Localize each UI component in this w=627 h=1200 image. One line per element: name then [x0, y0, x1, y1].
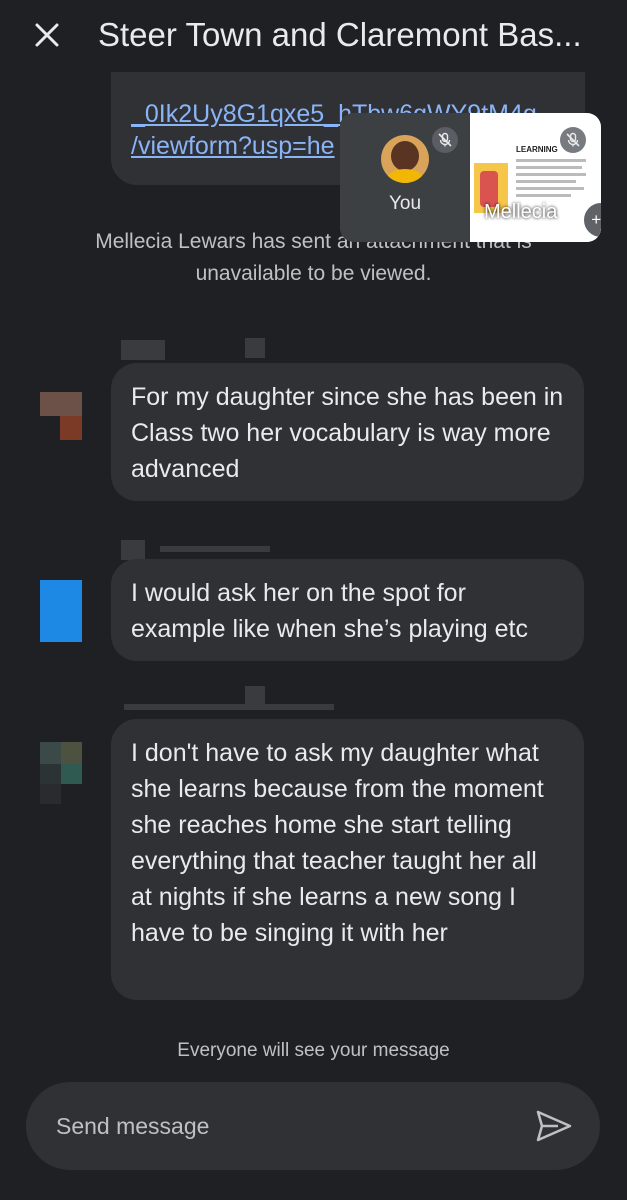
close-button[interactable] — [28, 16, 66, 54]
participant-name: Mellecia — [484, 201, 558, 223]
send-icon — [536, 1110, 572, 1142]
sender-name-redacted — [121, 340, 165, 360]
call-pip-overlay[interactable]: You LEARNING Mellecia +7 — [340, 113, 601, 242]
sender-name-redacted — [160, 546, 270, 552]
mic-off-icon — [438, 132, 452, 147]
close-icon — [35, 23, 59, 47]
chat-message: For my daughter since she has been in Cl… — [111, 363, 584, 501]
sender-name-redacted — [121, 540, 145, 560]
mic-off-icon — [566, 132, 580, 147]
sender-name-redacted — [124, 704, 334, 710]
sender-name-redacted — [245, 686, 265, 706]
self-video-tile: You — [340, 113, 470, 242]
sender-name-redacted — [245, 338, 265, 358]
visibility-notice: Everyone will see your message — [177, 1040, 450, 1061]
message-input[interactable] — [56, 1104, 526, 1148]
avatar[interactable] — [40, 580, 82, 642]
avatar — [381, 135, 429, 183]
avatar[interactable] — [40, 392, 82, 440]
self-label: You — [388, 193, 422, 214]
chat-title: Steer Town and Claremont Bas... — [98, 16, 582, 53]
send-button[interactable] — [534, 1108, 574, 1144]
avatar[interactable] — [40, 742, 82, 804]
chat-message: I would ask her on the spot for example … — [111, 559, 584, 661]
mic-off-indicator — [432, 127, 458, 153]
chat-message: I don't have to ask my daughter what she… — [111, 719, 584, 1000]
message-composer — [26, 1082, 600, 1170]
slide-heading: LEARNING — [516, 145, 558, 154]
app-header: Steer Town and Claremont Bas... — [0, 0, 627, 72]
mic-off-indicator — [560, 127, 586, 153]
